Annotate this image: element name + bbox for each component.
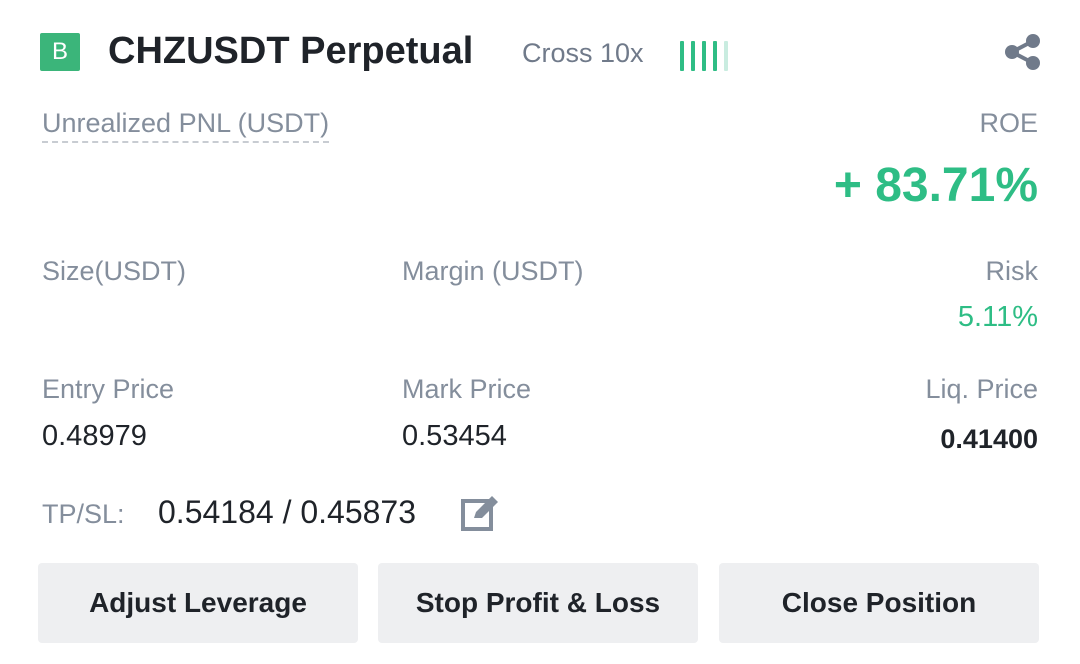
entry-price-value: 0.48979 [42, 420, 147, 452]
margin-label: Margin (USDT) [402, 256, 584, 286]
signal-bar [724, 41, 728, 71]
mark-price-value: 0.53454 [402, 420, 507, 452]
tpsl-values: 0.54184 / 0.45873 [158, 494, 417, 530]
signal-bar [680, 41, 684, 71]
close-position-button[interactable]: Close Position [719, 563, 1039, 643]
share-icon[interactable] [1000, 32, 1044, 72]
size-label: Size(USDT) [42, 256, 187, 286]
signal-bar [691, 41, 695, 71]
tpsl-label: TP/SL: [42, 499, 125, 529]
roe-value: + 83.71% [833, 159, 1038, 212]
margin-mode-label[interactable]: Cross 10x [522, 38, 644, 69]
entry-price-label: Entry Price [42, 374, 175, 404]
signal-bar [713, 41, 717, 71]
risk-label: Risk [985, 256, 1039, 286]
mark-price-label: Mark Price [402, 374, 532, 404]
roe-label: ROE [979, 108, 1038, 138]
adjust-leverage-button[interactable]: Adjust Leverage [38, 563, 358, 643]
edit-icon[interactable] [460, 494, 500, 532]
signal-bars-icon [680, 33, 728, 71]
unrealized-pnl-label[interactable]: Unrealized PNL (USDT) [42, 108, 330, 143]
symbol-title[interactable]: CHZUSDT Perpetual [108, 30, 473, 73]
risk-value: 5.11% [957, 301, 1038, 333]
liq-price-value: 0.41400 [940, 424, 1038, 454]
signal-bar [702, 41, 706, 71]
liq-price-label: Liq. Price [925, 374, 1038, 404]
position-side-badge: B [40, 33, 80, 71]
stop-profit-loss-button[interactable]: Stop Profit & Loss [378, 563, 698, 643]
